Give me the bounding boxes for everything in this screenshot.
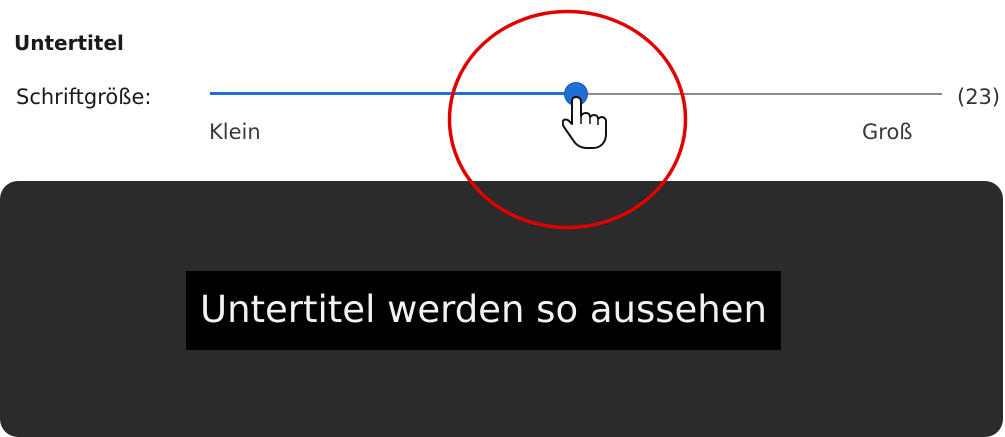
subtitle-preview: Untertitel werden so aussehen xyxy=(0,181,1003,437)
preview-subtitle-text: Untertitel werden so aussehen xyxy=(186,271,781,350)
slider-max-label: Groß xyxy=(862,120,913,144)
slider-min-label: Klein xyxy=(209,120,261,144)
hand-pointer-icon xyxy=(562,96,607,149)
section-title: Untertitel xyxy=(14,31,124,55)
slider-filled-track xyxy=(210,92,576,95)
font-size-label: Schriftgröße: xyxy=(16,85,152,109)
font-size-value: (23) xyxy=(957,85,1001,109)
subtitle-settings-page: Untertitel Schriftgröße: (23) Klein Groß… xyxy=(0,0,1005,437)
